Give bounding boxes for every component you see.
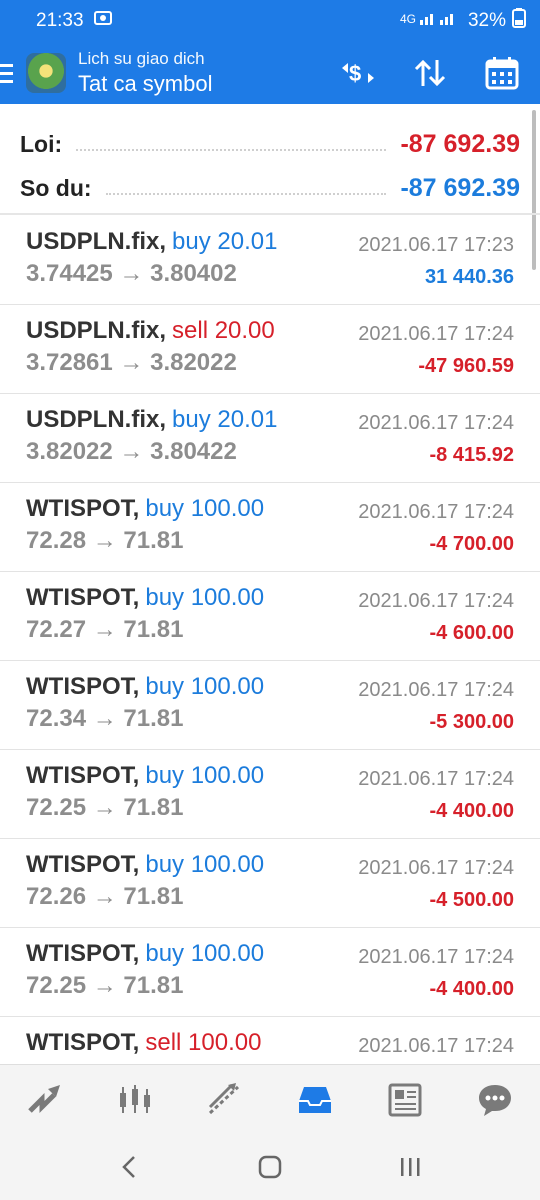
trade-profit: -5 300.00 bbox=[429, 711, 514, 733]
trade-side: buy 20.01 bbox=[172, 228, 278, 255]
trade-symbol: USDPLN.fix, bbox=[26, 228, 167, 255]
battery-icon bbox=[512, 8, 526, 34]
trade-side: buy 20.01 bbox=[172, 406, 278, 433]
trade-list: USDPLN.fix, buy 20.01 2021.06.17 17:23 3.74… bbox=[0, 216, 540, 1106]
balance-row: So du: -87 692.39 bbox=[20, 166, 520, 210]
trade-profit: -4 400.00 bbox=[429, 800, 514, 822]
trade-row[interactable]: USDPLN.fix, sell 20.00 2021.06.17 17:24 3.7… bbox=[0, 305, 540, 394]
recents-icon[interactable] bbox=[390, 1147, 430, 1187]
trade-symbol: USDPLN.fix, bbox=[26, 406, 167, 433]
dotted-leader bbox=[76, 137, 387, 151]
profit-label: Loi: bbox=[20, 130, 63, 157]
trade-symbol: WTISPOT, bbox=[26, 1029, 140, 1056]
trade-row[interactable]: USDPLN.fix, buy 20.01 2021.06.17 17:24 3.82… bbox=[0, 394, 540, 483]
trade-side: buy 100.00 bbox=[145, 495, 265, 522]
header-titles: Lich su giao dich Tat ca symbol bbox=[78, 49, 213, 97]
calendar-icon[interactable] bbox=[484, 55, 520, 91]
trade-side: sell 100.00 bbox=[145, 1029, 262, 1056]
balance-label: So du: bbox=[20, 174, 92, 201]
status-time: 21:33 bbox=[36, 10, 84, 31]
trade-symbol: WTISPOT, bbox=[26, 851, 140, 878]
profit-value: -87 692.39 bbox=[400, 129, 520, 158]
trade-symbol: WTISPOT, bbox=[26, 673, 140, 700]
screenshot-icon bbox=[93, 10, 112, 32]
trade-row[interactable]: USDPLN.fix, buy 20.01 2021.06.17 17:23 3.74… bbox=[0, 216, 540, 305]
balance-value: -87 692.39 bbox=[400, 173, 520, 202]
menu-icon[interactable] bbox=[0, 42, 18, 104]
trade-profit: -4 400.00 bbox=[429, 978, 514, 1000]
quotes-icon[interactable] bbox=[23, 1078, 67, 1122]
trade-symbol: USDPLN.fix, bbox=[26, 317, 167, 344]
divider bbox=[0, 213, 540, 215]
status-bar: 21:33 4G 32% bbox=[0, 0, 540, 42]
trade-datetime: 2021.06.17 17:24 bbox=[358, 857, 514, 879]
trade-profit: -4 500.00 bbox=[429, 889, 514, 911]
signal-icon: 4G bbox=[400, 10, 462, 32]
trade-profit: -4 600.00 bbox=[429, 622, 514, 644]
trade-side: buy 100.00 bbox=[145, 762, 265, 789]
trade-row[interactable]: WTISPOT, buy 100.00 2021.06.17 17:24 72.27 … bbox=[0, 572, 540, 661]
app-bar: Lich su giao dich Tat ca symbol $ bbox=[0, 42, 540, 104]
trade-profit: -8 415.92 bbox=[429, 444, 514, 466]
trade-icon[interactable] bbox=[203, 1078, 247, 1122]
trade-side: sell 20.00 bbox=[172, 317, 275, 344]
trade-datetime: 2021.06.17 17:24 bbox=[358, 323, 514, 345]
trade-profit: -4 700.00 bbox=[429, 533, 514, 555]
dotted-leader bbox=[105, 181, 387, 195]
chat-icon[interactable] bbox=[473, 1078, 517, 1122]
trade-datetime: 2021.06.17 17:24 bbox=[358, 590, 514, 612]
chart-icon[interactable] bbox=[113, 1078, 157, 1122]
currency-exchange-icon[interactable]: $ bbox=[340, 55, 376, 91]
trade-row[interactable]: WTISPOT, buy 100.00 2021.06.17 17:24 72.34 … bbox=[0, 661, 540, 750]
trade-datetime: 2021.06.17 17:24 bbox=[358, 501, 514, 523]
trade-datetime: 2021.06.17 17:24 bbox=[358, 412, 514, 434]
svg-text:4G: 4G bbox=[400, 12, 416, 26]
trade-row[interactable]: WTISPOT, buy 100.00 2021.06.17 17:24 72.28 … bbox=[0, 483, 540, 572]
trade-datetime: 2021.06.17 17:24 bbox=[358, 1035, 514, 1057]
trade-side: buy 100.00 bbox=[145, 584, 265, 611]
battery-percent: 32% bbox=[467, 10, 506, 31]
trade-row[interactable]: WTISPOT, buy 100.00 2021.06.17 17:24 72.26 … bbox=[0, 839, 540, 928]
system-navigation bbox=[0, 1134, 540, 1200]
app-logo bbox=[26, 53, 66, 93]
trade-symbol: WTISPOT, bbox=[26, 495, 140, 522]
news-icon[interactable] bbox=[383, 1078, 427, 1122]
profit-row: Loi: -87 692.39 bbox=[20, 122, 520, 166]
trade-side: buy 100.00 bbox=[145, 851, 265, 878]
history-icon[interactable] bbox=[293, 1078, 337, 1122]
trade-side: buy 100.00 bbox=[145, 673, 265, 700]
header-subtitle: Lich su giao dich bbox=[78, 49, 205, 68]
trade-profit: 31 440.36 bbox=[425, 266, 514, 288]
trade-profit: -47 960.59 bbox=[418, 355, 514, 377]
trade-row[interactable]: WTISPOT, buy 100.00 2021.06.17 17:24 72.25 … bbox=[0, 928, 540, 1017]
trade-symbol: WTISPOT, bbox=[26, 584, 140, 611]
trade-datetime: 2021.06.17 17:23 bbox=[358, 234, 514, 256]
summary-panel: Loi: -87 692.39 So du: -87 692.39 bbox=[0, 104, 540, 214]
sort-icon[interactable] bbox=[412, 55, 448, 91]
trade-row[interactable]: WTISPOT, buy 100.00 2021.06.17 17:24 72.25 … bbox=[0, 750, 540, 839]
trade-datetime: 2021.06.17 17:24 bbox=[358, 679, 514, 701]
trade-side: buy 100.00 bbox=[145, 940, 265, 967]
bottom-navigation bbox=[0, 1064, 540, 1134]
back-icon[interactable] bbox=[110, 1147, 150, 1187]
trade-datetime: 2021.06.17 17:24 bbox=[358, 768, 514, 790]
trade-symbol: WTISPOT, bbox=[26, 940, 140, 967]
header-title[interactable]: Tat ca symbol bbox=[78, 71, 213, 97]
svg-text:$: $ bbox=[349, 61, 361, 86]
trade-symbol: WTISPOT, bbox=[26, 762, 140, 789]
trade-datetime: 2021.06.17 17:24 bbox=[358, 946, 514, 968]
home-icon[interactable] bbox=[250, 1147, 290, 1187]
